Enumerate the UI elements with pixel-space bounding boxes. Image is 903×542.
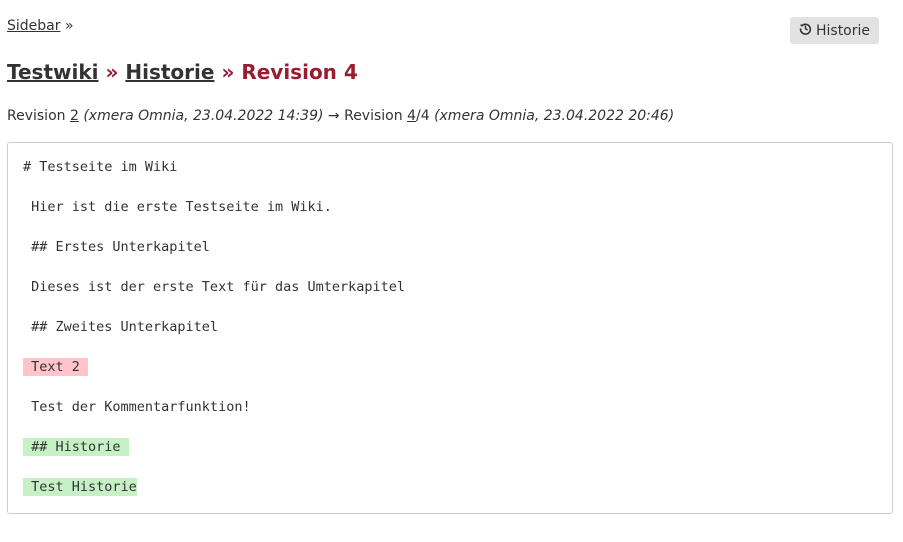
- diff-line-deleted: Text 2: [23, 358, 89, 376]
- title-separator: »: [105, 60, 119, 84]
- diff-line: Dieses ist der erste Text für das Umterk…: [23, 279, 406, 295]
- to-revision-meta: (xmera Omnia, 23.04.2022 20:46): [434, 108, 675, 124]
- diff-line-added: ## Historie: [23, 438, 129, 456]
- breadcrumb-separator: »: [64, 18, 74, 34]
- to-revision-label: Revision: [344, 108, 403, 124]
- to-revision-total: /4: [415, 108, 430, 124]
- revision-compare-line: Revision 2 (xmera Omnia, 23.04.2022 14:3…: [7, 108, 674, 124]
- breadcrumb-sidebar-link[interactable]: Sidebar: [7, 18, 61, 34]
- history-button[interactable]: Historie: [790, 17, 879, 44]
- history-icon: [799, 22, 812, 39]
- history-button-label: Historie: [815, 22, 871, 39]
- title-wiki-link[interactable]: Testwiki: [7, 60, 99, 84]
- diff-line: Hier ist die erste Testseite im Wiki.: [23, 199, 332, 215]
- diff-line: Test der Kommentarfunktion!: [23, 399, 251, 415]
- title-current-revision: Revision 4: [241, 60, 358, 84]
- from-revision-link[interactable]: 2: [70, 108, 79, 124]
- title-history-link[interactable]: Historie: [125, 60, 214, 84]
- diff-line: ## Erstes Unterkapitel: [23, 239, 210, 255]
- diff-line: # Testseite im Wiki: [23, 159, 178, 175]
- page-title: Testwiki » Historie » Revision 4: [7, 60, 358, 84]
- breadcrumb: Sidebar »: [7, 18, 74, 34]
- from-revision-meta: (xmera Omnia, 23.04.2022 14:39): [83, 108, 324, 124]
- diff-line: ## Zweites Unterkapitel: [23, 319, 219, 335]
- diff-view: # Testseite im Wiki Hier ist die erste T…: [7, 142, 893, 514]
- diff-line-added: Test Historie: [23, 478, 137, 496]
- to-revision-link[interactable]: 4: [407, 108, 416, 124]
- title-separator: »: [221, 60, 235, 84]
- revision-arrow: →: [327, 108, 340, 124]
- from-revision-label: Revision: [7, 108, 66, 124]
